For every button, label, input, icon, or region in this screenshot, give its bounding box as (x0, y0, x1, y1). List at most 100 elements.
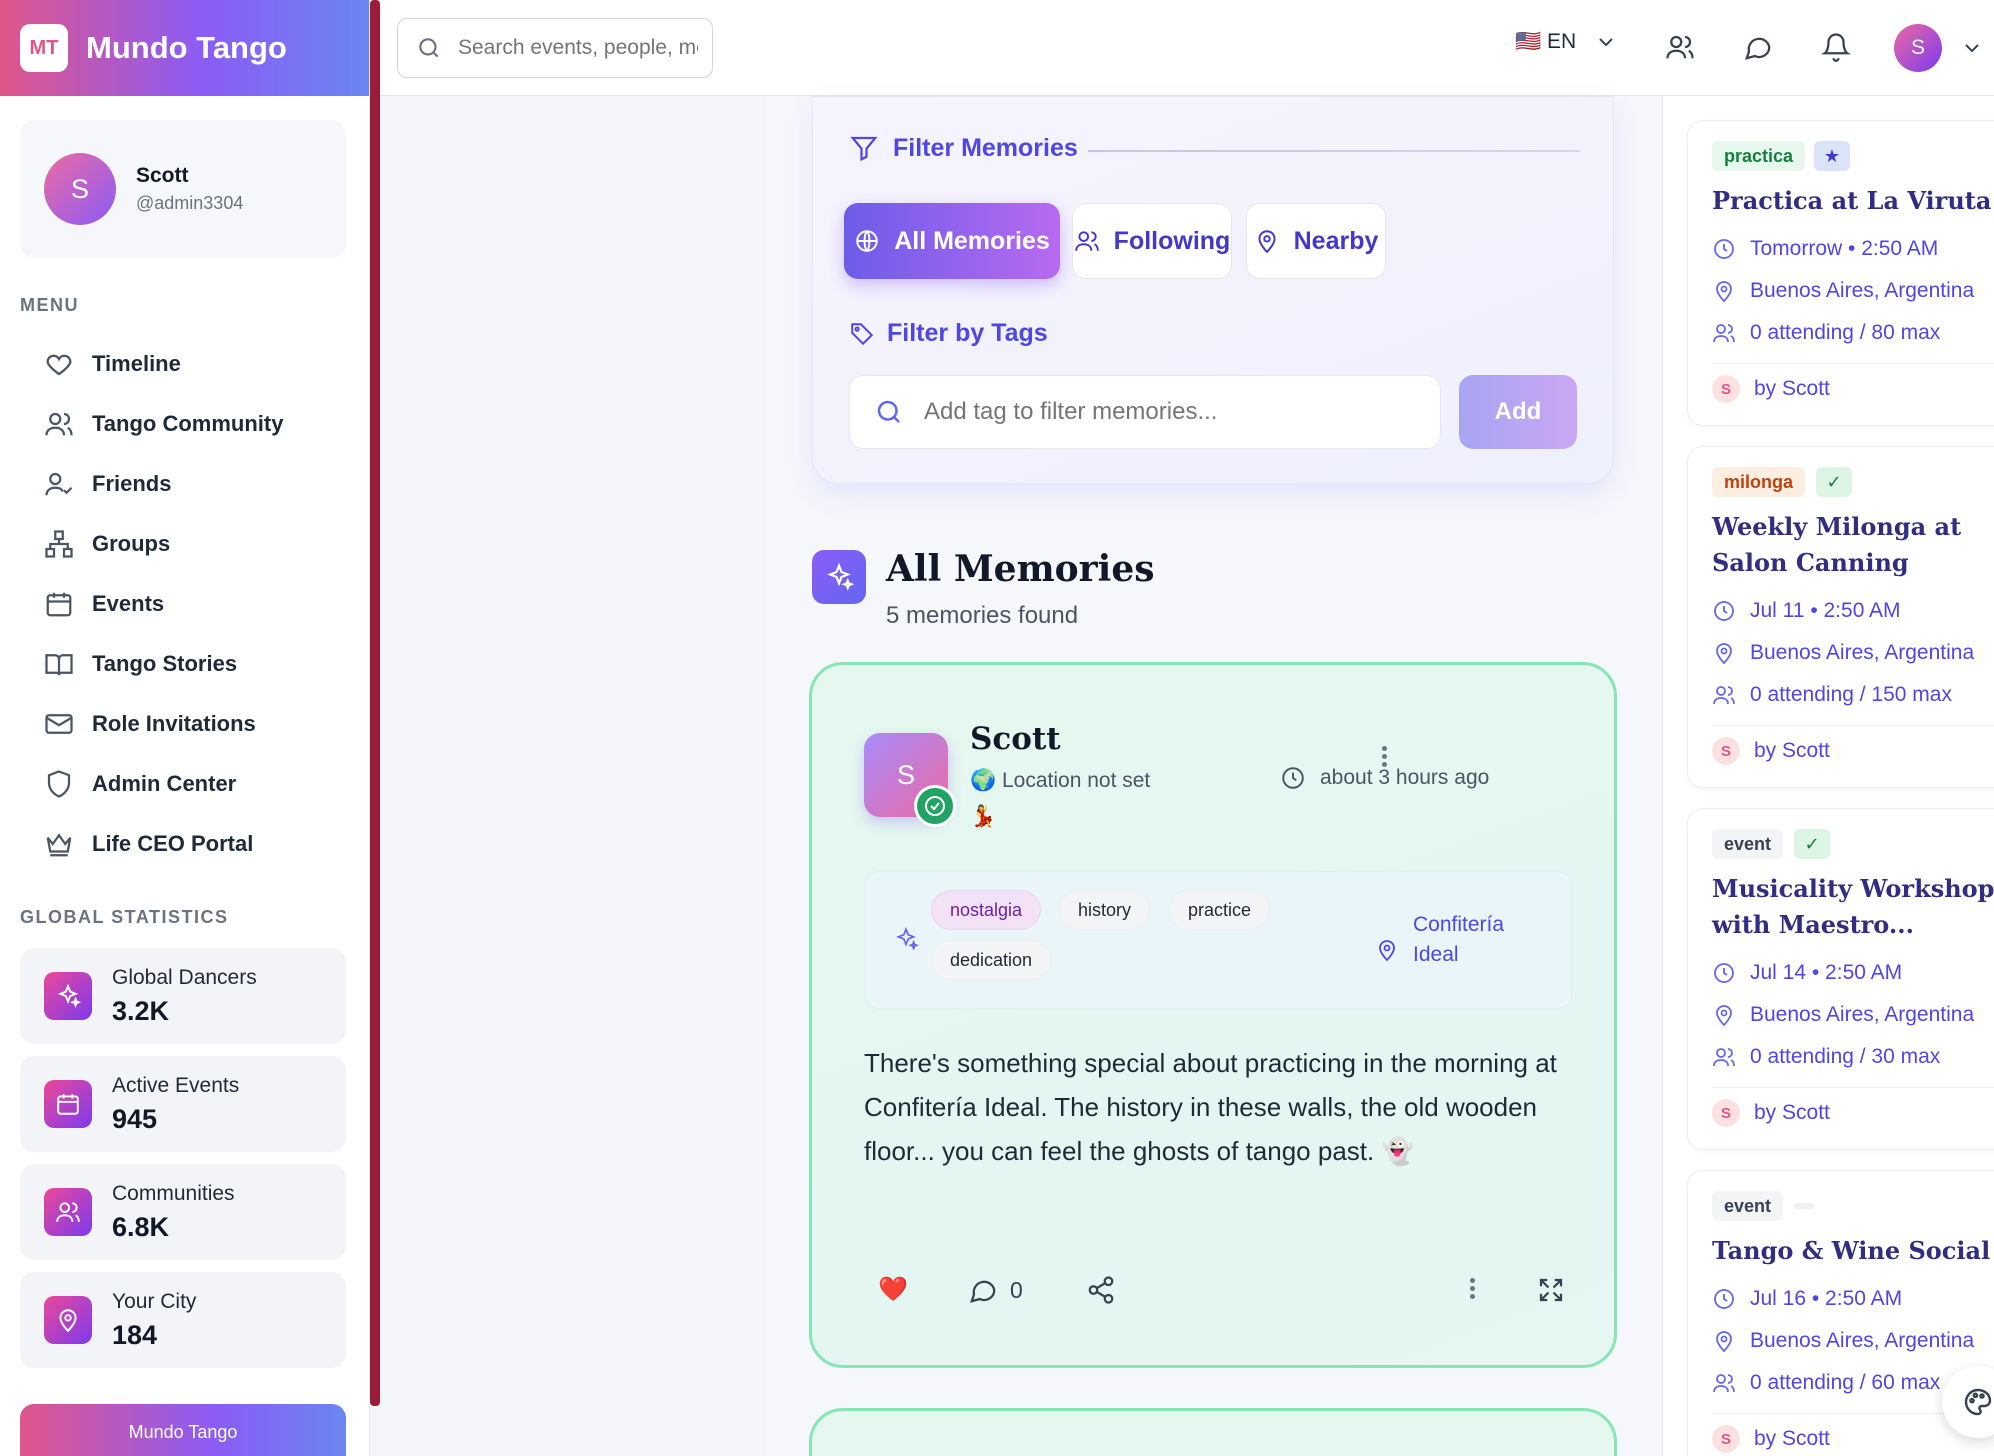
divider (1712, 725, 1994, 726)
search-input[interactable] (458, 36, 698, 60)
shield-icon (47, 770, 71, 798)
users-icon (56, 1202, 80, 1222)
tab-all-memories[interactable]: All Memories (844, 203, 1060, 279)
stat-label: Active Events (112, 1073, 240, 1097)
mundo-tango-button[interactable]: Mundo Tango (20, 1404, 346, 1456)
tag-chip[interactable]: dedication (931, 940, 1052, 980)
divider (1088, 150, 1580, 152)
post-time-text: about 3 hours ago (1320, 766, 1490, 789)
sidebar-item-friends[interactable]: Friends (20, 454, 346, 514)
sidebar-scrollbar[interactable] (370, 0, 380, 1406)
event-location: Buenos Aires, Argentina (1712, 279, 1974, 303)
event-title[interactable]: Practica at La Viruta (1712, 183, 1994, 219)
event-location-text: Buenos Aires, Argentina (1750, 279, 1975, 302)
notifications-button[interactable] (1821, 32, 1851, 62)
map-pin-icon (1716, 643, 1732, 665)
sidebar-item-label: Groups (92, 531, 171, 556)
event-location-text: Buenos Aires, Argentina (1750, 1003, 1975, 1026)
post-tags: nostalgia history practice dedication Co… (864, 871, 1572, 1009)
tab-nearby[interactable]: Nearby (1246, 203, 1386, 279)
profile-card[interactable]: S Scott @admin3304 (20, 120, 346, 258)
account-menu-toggle[interactable] (1960, 36, 1984, 65)
event-organizer[interactable]: S by Scott (1712, 375, 1830, 403)
event-attendance-text: 0 attending / 60 max (1750, 1371, 1941, 1394)
like-button[interactable]: ❤️ (878, 1275, 908, 1304)
sidebar-item-role-invitations[interactable]: Role Invitations (20, 694, 346, 754)
language-selector[interactable]: 🇺🇸 EN (1515, 30, 1618, 54)
tag-filter-box[interactable] (849, 375, 1441, 449)
network-icon (45, 530, 73, 558)
event-card[interactable]: practica ★ Practica at La Viruta Tomorro… (1687, 120, 1994, 426)
friends-button[interactable] (1665, 32, 1695, 62)
map-pin-icon (59, 1309, 77, 1333)
brand-name: Mundo Tango (86, 30, 287, 65)
top-bar: 🇺🇸 EN S (380, 0, 1994, 96)
event-time: Jul 14 • 2:50 AM (1712, 961, 1902, 985)
event-attendance-text: 0 attending / 80 max (1750, 321, 1941, 344)
divider (1712, 363, 1994, 364)
post-place-link[interactable]: Confitería Ideal (1375, 910, 1523, 970)
sidebar-item-tango-community[interactable]: Tango Community (20, 394, 346, 454)
sidebar-item-events[interactable]: Events (20, 574, 346, 634)
sidebar-item-timeline[interactable]: Timeline (20, 334, 346, 394)
event-organizer[interactable]: S by Scott (1712, 737, 1830, 765)
global-statistics: Global Dancers 3.2K Active Events 945 Comm… (20, 948, 346, 1380)
post-author[interactable]: Scott (970, 721, 1061, 757)
section-header: All Memories 5 memories found (812, 548, 1155, 630)
brand-header[interactable]: MT Mundo Tango (0, 0, 369, 96)
sidebar-item-life-ceo-portal[interactable]: Life CEO Portal (20, 814, 346, 874)
map-pin-icon (1716, 1005, 1732, 1027)
calendar-icon (57, 1094, 79, 1115)
event-type-badge: milonga (1712, 467, 1806, 497)
filter-icon (850, 136, 878, 162)
user-avatar-button[interactable]: S (1894, 24, 1942, 72)
sidebar-item-groups[interactable]: Groups (20, 514, 346, 574)
map-pin-icon (1379, 940, 1395, 962)
tag-chip[interactable]: nostalgia (931, 890, 1042, 930)
search-icon (419, 38, 439, 58)
expand-button[interactable] (1536, 1275, 1566, 1305)
add-tag-button[interactable]: Add (1459, 375, 1577, 449)
event-card[interactable]: event ✓ Musicality Workshop with Maestro… (1687, 808, 1994, 1150)
event-organizer[interactable]: S by Scott (1712, 1099, 1830, 1127)
event-card[interactable]: milonga ✓ Weekly Milonga at Salon Cannin… (1687, 446, 1994, 788)
avatar: S (1712, 1425, 1740, 1453)
sidebar-item-admin-center[interactable]: Admin Center (20, 754, 346, 814)
event-type-badge: event (1712, 829, 1784, 859)
comment-button[interactable]: 0 (968, 1275, 1023, 1305)
memory-post: S Scott 🌍 Location not set 💃 about 3 hou… (809, 662, 1617, 1368)
page-title: All Memories (886, 548, 1155, 590)
sparkles-icon (57, 983, 81, 1008)
message-circle-icon (970, 1280, 996, 1303)
avatar: S (1712, 1099, 1740, 1127)
language-label: 🇺🇸 EN (1515, 30, 1577, 53)
event-attendance: 0 attending / 60 max (1712, 1371, 1940, 1395)
search-box[interactable] (397, 18, 713, 78)
messages-button[interactable] (1743, 32, 1773, 62)
share-button[interactable] (1086, 1275, 1116, 1305)
stat-card: Global Dancers 3.2K (20, 948, 346, 1044)
tag-filter-input[interactable] (924, 398, 1404, 426)
event-time: Jul 16 • 2:50 AM (1712, 1287, 1902, 1311)
user-check-icon (45, 472, 73, 496)
event-title[interactable]: Musicality Workshop with Maestro... (1712, 871, 1994, 943)
tag-icon (851, 322, 874, 345)
post-menu-button[interactable] (1380, 743, 1388, 770)
event-organizer[interactable]: S by Scott (1712, 1425, 1830, 1453)
avatar: S (1712, 375, 1740, 403)
post-emotion: 💃 (970, 805, 997, 828)
more-actions-button[interactable] (1468, 1275, 1476, 1302)
event-title[interactable]: Tango & Wine Social (1712, 1233, 1994, 1269)
sidebar-item-label: Admin Center (92, 771, 237, 796)
event-title[interactable]: Weekly Milonga at Salon Canning (1712, 509, 1994, 581)
tag-chip[interactable]: practice (1169, 890, 1271, 930)
tab-following[interactable]: Following (1072, 203, 1232, 279)
sidebar-item-tango-stories[interactable]: Tango Stories (20, 634, 346, 694)
sidebar-item-label: Role Invitations (92, 711, 256, 736)
event-attendance: 0 attending / 30 max (1712, 1045, 1940, 1069)
filter-title: Filter Memories (849, 133, 1078, 163)
event-type-badge: event (1712, 1191, 1784, 1221)
tag-chip[interactable]: history (1059, 890, 1151, 930)
users-icon (45, 412, 73, 436)
map-pin-icon (1716, 281, 1732, 303)
